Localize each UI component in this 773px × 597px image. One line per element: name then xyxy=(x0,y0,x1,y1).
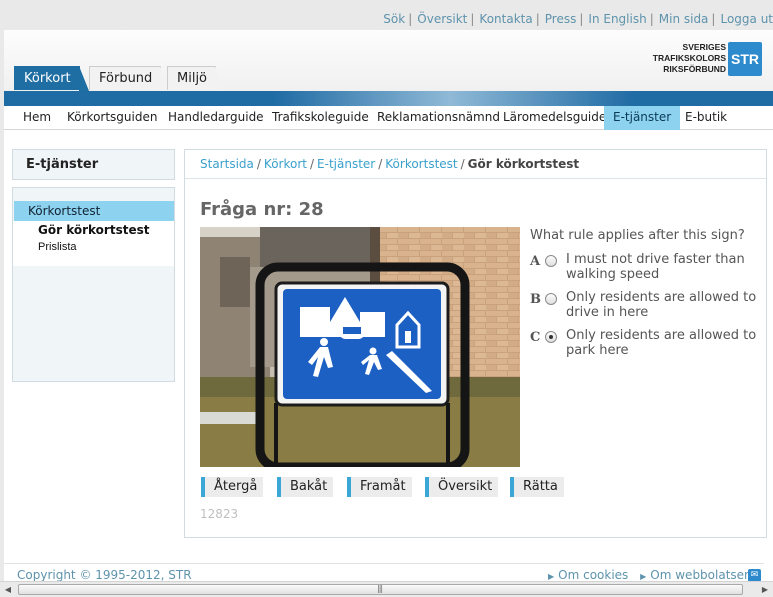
nav-item-laromedelsguide[interactable]: Läromedelsguide xyxy=(494,106,615,130)
utility-separator: | xyxy=(408,12,413,26)
logo-mark: STR xyxy=(728,42,762,76)
top-tab-label: Förbund xyxy=(99,71,153,86)
utility-link-press[interactable]: Press xyxy=(545,12,577,26)
logo-line: TRAFIKSKOLORS xyxy=(652,53,726,63)
footer-link-cookies[interactable]: Om cookies xyxy=(558,568,628,582)
question-text: What rule applies after this sign? xyxy=(530,228,745,243)
breadcrumb-link-startsida[interactable]: Startsida xyxy=(200,157,254,171)
breadcrumb-link-korkortstest[interactable]: Körkortstest xyxy=(385,157,457,171)
page-container: Körkort Förbund Miljö SVERIGES TRAFIKSKO… xyxy=(4,30,773,590)
utility-link-search[interactable]: Sök xyxy=(383,12,405,26)
utility-separator: | xyxy=(579,12,584,26)
sign-photo xyxy=(200,227,520,467)
tab-corner xyxy=(78,66,89,91)
breadcrumb-separator: / xyxy=(309,157,315,171)
nav-item-ebutik[interactable]: E-butik xyxy=(676,106,736,130)
footer-divider xyxy=(4,563,764,564)
answer-text: Only residents are allowed to park here xyxy=(566,328,757,358)
main-nav: Hem Körkortsguiden Handledarguide Trafik… xyxy=(4,106,773,130)
answer-letter: B xyxy=(530,292,541,307)
utility-link-contact[interactable]: Kontakta xyxy=(479,12,532,26)
quiz-panel: Startsida / Körkort / E-tjänster / Körkortstes… xyxy=(184,149,767,538)
breadcrumb: Startsida / Körkort / E-tjänster / Körkortstes… xyxy=(200,157,579,171)
sidebar-item-gor-korkortstest[interactable]: Gör körkortstest xyxy=(38,223,149,237)
question-id: 12823 xyxy=(200,507,239,521)
arrow-right-icon: ▶ xyxy=(548,572,555,581)
logo-text: SVERIGES TRAFIKSKOLORS RIKSFÖRBUND xyxy=(638,42,726,75)
logo-line: RIKSFÖRBUND xyxy=(663,64,726,74)
header-blue-bar xyxy=(4,91,773,106)
top-tab-forbund[interactable]: Förbund xyxy=(89,66,171,91)
header: Körkort Förbund Miljö SVERIGES TRAFIKSKO… xyxy=(4,30,773,92)
utility-nav: Sök | Översikt | Kontakta | Press | In English | M… xyxy=(383,12,773,26)
back-to-start-button[interactable]: Återgå xyxy=(201,477,264,497)
breadcrumb-separator: / xyxy=(256,157,261,171)
next-button[interactable]: Framåt xyxy=(347,477,412,497)
footer-links: ▶ Om cookies ▶ Om webbolatsen xyxy=(548,568,752,582)
top-tab-korkort[interactable]: Körkort xyxy=(14,66,89,91)
nav-item-korkortsguiden[interactable]: Körkortsguiden xyxy=(58,106,166,130)
utility-separator: | xyxy=(535,12,540,26)
logo-line: SVERIGES xyxy=(682,42,726,52)
nav-item-etjanster[interactable]: E-tjänster xyxy=(604,106,681,130)
question-title: Fråga nr: 28 xyxy=(200,199,324,220)
str-logo[interactable]: SVERIGES TRAFIKSKOLORS RIKSFÖRBUND STR xyxy=(638,42,764,76)
breadcrumb-link-etjanster[interactable]: E-tjänster xyxy=(317,157,375,171)
nav-item-handledarguide[interactable]: Handledarguide xyxy=(159,106,273,130)
nav-item-hem[interactable]: Hem xyxy=(14,106,60,130)
scroll-right-icon[interactable]: ▶ xyxy=(757,582,773,597)
nav-item-reklamationsnamnd[interactable]: Reklamationsnämnd xyxy=(368,106,509,130)
sidebar-title: E-tjänster xyxy=(12,149,175,180)
answer-text: Only residents are allowed to drive in h… xyxy=(566,290,757,320)
top-tab-label: Miljö xyxy=(177,71,208,86)
answer-option-c[interactable]: C Only residents are allowed to park her… xyxy=(530,328,760,362)
answer-text: I must not drive faster than walking spe… xyxy=(566,252,745,282)
correct-button[interactable]: Rätta xyxy=(510,477,564,497)
scroll-grip-icon: ||| xyxy=(377,584,383,593)
utility-link-my-page[interactable]: Min sida xyxy=(659,12,709,26)
breadcrumb-current: Gör körkortstest xyxy=(467,157,580,171)
scroll-left-icon[interactable]: ◀ xyxy=(0,582,16,597)
footer-link-about-site[interactable]: Om webbolatsen xyxy=(650,568,751,582)
breadcrumb-separator: / xyxy=(460,157,465,171)
answer-letter: C xyxy=(530,330,541,345)
radio-button-c[interactable] xyxy=(545,331,557,343)
radio-button-b[interactable] xyxy=(545,293,557,305)
utility-link-overview[interactable]: Översikt xyxy=(417,12,467,26)
top-tab-miljo[interactable]: Miljö xyxy=(167,66,226,91)
utility-separator: | xyxy=(470,12,475,26)
utility-separator: | xyxy=(649,12,654,26)
horizontal-scrollbar[interactable]: ◀ ||| ▶ xyxy=(0,581,773,597)
answer-option-b[interactable]: B Only residents are allowed to drive in… xyxy=(530,290,760,324)
arrow-right-icon: ▶ xyxy=(640,572,647,581)
top-tab-label: Körkort xyxy=(24,71,71,86)
previous-button[interactable]: Bakåt xyxy=(277,477,334,497)
divider xyxy=(185,178,766,179)
utility-link-logout[interactable]: Logga ut xyxy=(720,12,773,26)
utility-separator: | xyxy=(711,12,716,26)
scrollbar-thumb[interactable]: ||| xyxy=(18,584,743,595)
sidebar-item-prislista[interactable]: Prislista xyxy=(38,241,77,253)
sidebar-menu: Körkortstest Gör körkortstest Prislista xyxy=(12,187,175,382)
breadcrumb-separator: / xyxy=(378,157,383,171)
radio-button-a[interactable] xyxy=(545,255,557,267)
overview-button[interactable]: Översikt xyxy=(425,477,499,497)
sidebar-submenu: Gör körkortstest Prislista xyxy=(13,221,174,266)
utility-link-english[interactable]: In English xyxy=(588,12,646,26)
answer-letter: A xyxy=(530,254,541,269)
nav-item-trafikskoleguide[interactable]: Trafikskoleguide xyxy=(263,106,378,130)
sidebar-item-korkortstest[interactable]: Körkortstest xyxy=(14,201,174,221)
answer-option-a[interactable]: A I must not drive faster than walking s… xyxy=(530,252,760,286)
tab-corner xyxy=(215,66,226,91)
breadcrumb-link-korkort[interactable]: Körkort xyxy=(264,157,307,171)
copyright-text: Copyright © 1995-2012, STR xyxy=(17,568,192,582)
